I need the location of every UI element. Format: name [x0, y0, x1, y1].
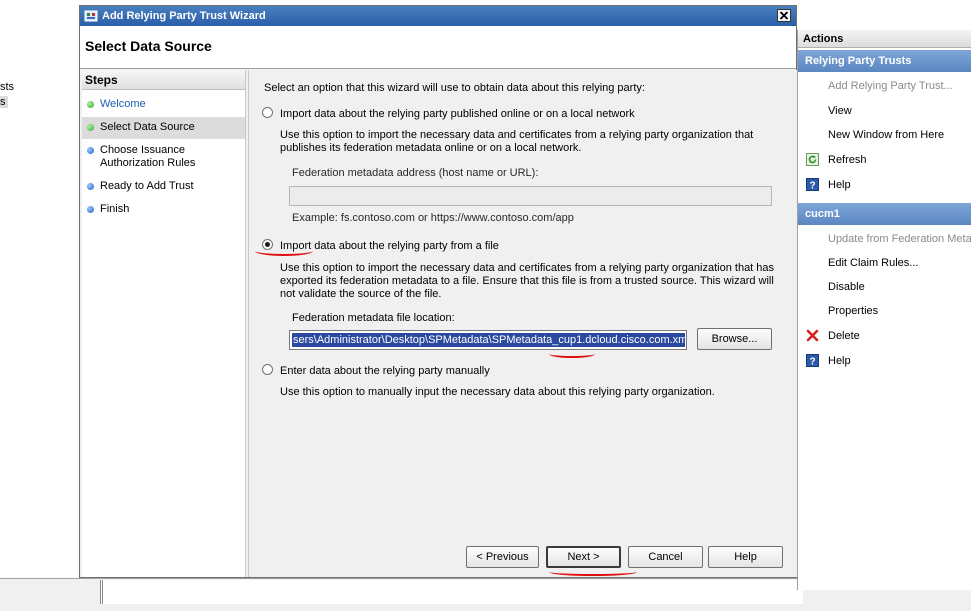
action-label: New Window from Here	[828, 129, 945, 141]
wizard-titlebar[interactable]: Add Relying Party Trust Wizard	[80, 6, 796, 26]
step-label: Choose Issuance Authorization Rules	[100, 144, 196, 169]
intro-text: Select an option that this wizard will u…	[264, 82, 645, 94]
metadata-file-value: sers\Administrator\Desktop\SPMetadata\SP…	[292, 333, 685, 347]
step-pending-icon	[87, 147, 94, 154]
action-help-cucm1[interactable]: ? Help	[798, 350, 971, 372]
previous-button[interactable]: < Previous	[466, 546, 539, 568]
action-add-relying-party-trust: Add Relying Party Trust...	[798, 75, 971, 97]
svg-text:?: ?	[809, 357, 815, 368]
action-label: Refresh	[828, 154, 867, 166]
radio-enter-manually[interactable]	[262, 364, 273, 375]
annotation-underline	[255, 246, 313, 256]
action-label: Help	[828, 179, 851, 191]
action-update-from-federation-metadata: Update from Federation Metadata...	[798, 228, 971, 250]
metadata-file-input[interactable]: sers\Administrator\Desktop\SPMetadata\SP…	[289, 330, 687, 350]
option-file-desc-2: exported its federation metadata to a fi…	[280, 275, 774, 287]
action-label: Edit Claim Rules...	[828, 257, 919, 269]
option-manual-label[interactable]: Enter data about the relying party manua…	[280, 365, 490, 378]
steps-header: Steps	[82, 70, 245, 90]
browse-button[interactable]: Browse...	[697, 328, 772, 350]
actions-group-relying-party-trusts[interactable]: Relying Party Trusts	[798, 50, 971, 72]
action-disable[interactable]: Disable	[798, 276, 971, 298]
metadata-address-label: Federation metadata address (host name o…	[292, 167, 539, 179]
action-label: Disable	[828, 281, 865, 293]
option-online-label[interactable]: Import data about the relying party publ…	[280, 108, 635, 121]
step-welcome[interactable]: Welcome	[82, 98, 245, 112]
tree-item-fragment[interactable]: sts	[0, 81, 14, 93]
action-edit-claim-rules[interactable]: Edit Claim Rules...	[798, 252, 971, 274]
action-label: View	[828, 105, 852, 117]
step-pending-icon	[87, 183, 94, 190]
step-complete-icon	[87, 101, 94, 108]
option-file-desc-1: Use this option to import the necessary …	[280, 262, 775, 274]
help-button[interactable]: Help	[708, 546, 783, 568]
action-label: Delete	[828, 330, 860, 342]
tree-item-fragment-selected[interactable]: s	[0, 96, 8, 108]
step-pending-icon	[87, 206, 94, 213]
svg-text:?: ?	[809, 181, 815, 192]
actions-pane: Actions Relying Party Trusts Add Relying…	[797, 30, 971, 590]
option-manual-desc: Use this option to manually input the ne…	[280, 386, 715, 398]
action-label: Properties	[828, 305, 879, 317]
annotation-underline	[549, 568, 637, 576]
wizard-content: Select an option that this wizard will u…	[248, 70, 797, 577]
action-label: Update from Federation Metadata...	[828, 233, 971, 245]
wizard-title: Add Relying Party Trust Wizard	[102, 10, 266, 22]
cancel-button[interactable]: Cancel	[628, 546, 703, 568]
step-select-data-source: Select Data Source	[82, 117, 245, 139]
metadata-address-example: Example: fs.contoso.com or https://www.c…	[292, 212, 574, 224]
actions-header: Actions	[798, 30, 971, 48]
console-tree-pane: sts s	[0, 0, 80, 610]
next-button[interactable]: Next >	[546, 546, 621, 568]
action-view[interactable]: View	[798, 100, 971, 122]
annotation-underline	[549, 350, 595, 358]
step-finish: Finish	[82, 203, 245, 217]
action-delete[interactable]: Delete	[798, 325, 971, 347]
radio-import-online[interactable]	[262, 107, 273, 118]
close-icon	[779, 11, 789, 20]
action-properties[interactable]: Properties	[798, 300, 971, 322]
step-choose-issuance-authorization-rules: Choose Issuance Authorization Rules	[82, 144, 245, 172]
metadata-address-input[interactable]	[289, 186, 772, 206]
option-online-desc-2: publishes its federation metadata online…	[280, 142, 582, 154]
page-title: Select Data Source	[85, 38, 212, 54]
step-label: Welcome	[100, 98, 146, 110]
action-label: Add Relying Party Trust...	[828, 80, 953, 92]
step-label: Ready to Add Trust	[100, 180, 194, 192]
metadata-file-label: Federation metadata file location:	[292, 312, 455, 324]
steps-pane: Steps Welcome Select Data Source Choose …	[82, 70, 246, 577]
wizard-app-icon	[84, 10, 98, 22]
step-current-icon	[87, 124, 94, 131]
wizard-header: Select Data Source	[80, 26, 796, 69]
action-label: Help	[828, 355, 851, 367]
add-relying-party-trust-wizard: Add Relying Party Trust Wizard Select Da…	[79, 5, 797, 578]
actions-group-cucm1[interactable]: cucm1	[798, 203, 971, 225]
refresh-icon	[806, 153, 819, 166]
option-online-desc-1: Use this option to import the necessary …	[280, 129, 754, 141]
step-ready-to-add-trust: Ready to Add Trust	[82, 180, 245, 194]
delete-icon	[806, 329, 819, 342]
close-button[interactable]	[777, 9, 791, 22]
console-detail-pane	[100, 580, 803, 604]
action-refresh[interactable]: Refresh	[798, 149, 971, 171]
action-new-window-from-here[interactable]: New Window from Here	[798, 124, 971, 146]
help-icon: ?	[806, 354, 819, 367]
step-label: Select Data Source	[100, 121, 195, 133]
action-help[interactable]: ? Help	[798, 174, 971, 196]
option-file-desc-3: not validate the source of the file.	[280, 288, 442, 300]
help-icon: ?	[806, 178, 819, 191]
step-label: Finish	[100, 203, 130, 215]
